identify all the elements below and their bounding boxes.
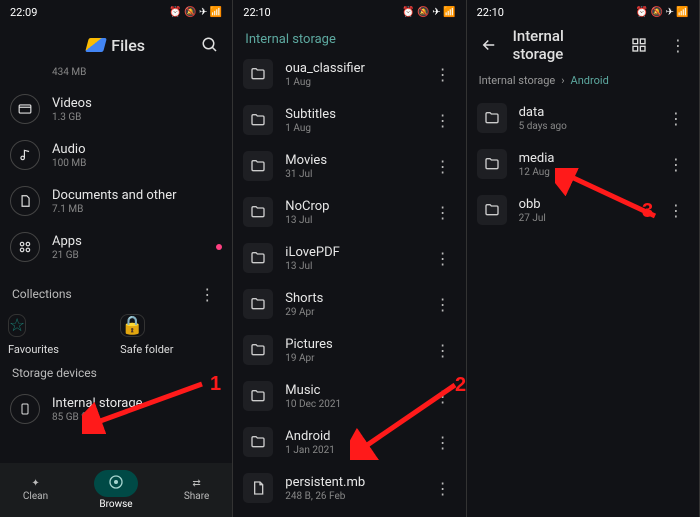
- app-header: Internal storage ⋮: [467, 24, 699, 66]
- document-icon: [10, 186, 40, 216]
- videos-icon: [10, 94, 40, 124]
- clock: 22:09: [10, 6, 37, 19]
- list-item[interactable]: Movies31 Jul ⋮: [233, 143, 465, 189]
- annotation-number-2: 2: [455, 374, 466, 397]
- notification-dot-icon: [216, 244, 222, 250]
- folder-icon: [243, 151, 273, 181]
- folder-list: data5 days ago ⋮ media12 Aug ⋮ obb27 Jul…: [467, 95, 699, 233]
- page-title: Internal storage: [513, 27, 615, 63]
- list-item-documents[interactable]: Documents and other7.1 MB: [0, 178, 232, 224]
- folder-icon: [243, 197, 273, 227]
- grid-view-icon[interactable]: [625, 31, 653, 59]
- audio-icon: [10, 140, 40, 170]
- folder-icon: [243, 243, 273, 273]
- clock: 22:10: [243, 6, 270, 19]
- app-header: Files: [0, 24, 232, 66]
- back-icon[interactable]: [475, 31, 503, 59]
- list-item[interactable]: Shorts29 Apr ⋮: [233, 281, 465, 327]
- safe-folder-tile[interactable]: 🔒: [120, 314, 144, 337]
- internal-storage-row[interactable]: Internal storage85 GB free: [0, 386, 232, 432]
- more-icon[interactable]: ⋮: [428, 106, 456, 134]
- nav-clean[interactable]: ✦ Clean: [23, 478, 48, 502]
- panel-internal-storage: 22:10 ⏰ 🔕 ✈ 📶 Internal storage oua_class…: [233, 0, 466, 517]
- browse-icon: [108, 474, 124, 493]
- storage-devices-header: Storage devices: [0, 356, 232, 386]
- more-icon[interactable]: ⋮: [428, 60, 456, 88]
- collections-header: Collections ⋮: [0, 270, 232, 314]
- more-icon[interactable]: ⋮: [428, 382, 456, 410]
- files-logo-icon: [85, 38, 107, 52]
- list-item-videos[interactable]: Videos1.3 GB: [0, 86, 232, 132]
- app-title: Files: [46, 36, 186, 55]
- clock: 22:10: [477, 6, 504, 19]
- collections-tiles: ☆ Favourites 🔒 Safe folder: [0, 314, 232, 356]
- more-icon[interactable]: ⋮: [428, 198, 456, 226]
- nav-share[interactable]: ⇄ Share: [184, 478, 209, 502]
- folder-icon: [243, 59, 273, 89]
- more-icon[interactable]: ⋮: [661, 196, 689, 224]
- annotation-number-1: 1: [210, 373, 221, 396]
- status-icons: ⏰ 🔕 ✈ 📶: [169, 7, 222, 18]
- folder-icon: [477, 149, 507, 179]
- bottom-nav: ✦ Clean Browse ⇄ Share: [0, 463, 232, 517]
- list-item[interactable]: oua_classifier1 Aug ⋮: [233, 51, 465, 97]
- status-bar: 22:09 ⏰ 🔕 ✈ 📶: [0, 0, 232, 24]
- list-item[interactable]: Android1 Jan 2021 ⋮: [233, 419, 465, 465]
- star-icon: ☆: [9, 315, 25, 336]
- list-item-audio[interactable]: Audio100 MB: [0, 132, 232, 178]
- nav-browse[interactable]: Browse: [94, 470, 138, 510]
- more-icon[interactable]: ⋮: [192, 280, 220, 308]
- list-item[interactable]: NoCrop13 Jul ⋮: [233, 189, 465, 235]
- more-icon[interactable]: ⋮: [661, 104, 689, 132]
- list-item[interactable]: iLovePDF13 Jul ⋮: [233, 235, 465, 281]
- more-icon[interactable]: ⋮: [428, 244, 456, 272]
- more-icon[interactable]: ⋮: [428, 474, 456, 502]
- list-item[interactable]: media12 Aug ⋮: [467, 141, 699, 187]
- list-item-apps[interactable]: Apps21 GB: [0, 224, 232, 270]
- folder-icon: [243, 289, 273, 319]
- list-item[interactable]: Music10 Dec 2021 ⋮: [233, 373, 465, 419]
- apps-icon: [10, 232, 40, 262]
- folder-icon: [243, 427, 273, 457]
- more-icon[interactable]: ⋮: [661, 150, 689, 178]
- status-icons: ⏰ 🔕 ✈ 📶: [402, 7, 455, 18]
- more-icon[interactable]: ⋮: [428, 336, 456, 364]
- more-icon[interactable]: ⋮: [428, 152, 456, 180]
- category-list: 434 MB Videos1.3 GB Audio100 MB Document…: [0, 66, 232, 270]
- status-bar: 22:10 ⏰ 🔕 ✈ 📶: [467, 0, 699, 24]
- favourites-tile[interactable]: ☆: [8, 314, 26, 337]
- breadcrumb: Internal storage › Android: [467, 66, 699, 95]
- share-icon: ⇄: [192, 478, 200, 489]
- menu-icon[interactable]: [8, 31, 36, 59]
- folder-icon: [243, 381, 273, 411]
- status-bar: 22:10 ⏰ 🔕 ✈ 📶: [233, 0, 465, 24]
- panel-files-home: 22:09 ⏰ 🔕 ✈ 📶 Files 434 MB Videos1.3 GB …: [0, 0, 233, 517]
- list-item[interactable]: persistent.mb248 B, 26 Feb ⋮: [233, 465, 465, 511]
- breadcrumb-root[interactable]: Internal storage: [479, 74, 556, 87]
- annotation-number-3: 3: [642, 200, 653, 223]
- list-item[interactable]: Subtitles1 Aug ⋮: [233, 97, 465, 143]
- sparkle-icon: ✦: [31, 478, 39, 489]
- list-item[interactable]: obb27 Jul ⋮: [467, 187, 699, 233]
- list-item[interactable]: 434 MB: [0, 66, 232, 86]
- file-icon: [243, 473, 273, 503]
- status-icons: ⏰ 🔕 ✈ 📶: [636, 7, 689, 18]
- list-item[interactable]: Pictures19 Apr ⋮: [233, 327, 465, 373]
- folder-icon: [477, 103, 507, 133]
- folder-icon: [243, 335, 273, 365]
- breadcrumb-current: Android: [571, 74, 609, 87]
- folder-icon: [477, 195, 507, 225]
- search-icon[interactable]: [196, 31, 224, 59]
- lock-icon: 🔒: [121, 315, 143, 336]
- folder-icon: [243, 105, 273, 135]
- list-item[interactable]: data5 days ago ⋮: [467, 95, 699, 141]
- chevron-right-icon: ›: [561, 74, 564, 87]
- panel-android-folder: 22:10 ⏰ 🔕 ✈ 📶 Internal storage ⋮ Interna…: [467, 0, 700, 517]
- more-icon[interactable]: ⋮: [428, 290, 456, 318]
- more-icon[interactable]: ⋮: [428, 428, 456, 456]
- phone-icon: [10, 394, 40, 424]
- folder-list: oua_classifier1 Aug ⋮ Subtitles1 Aug ⋮ M…: [233, 51, 465, 511]
- more-icon[interactable]: ⋮: [663, 31, 691, 59]
- page-title: Internal storage: [233, 24, 465, 51]
